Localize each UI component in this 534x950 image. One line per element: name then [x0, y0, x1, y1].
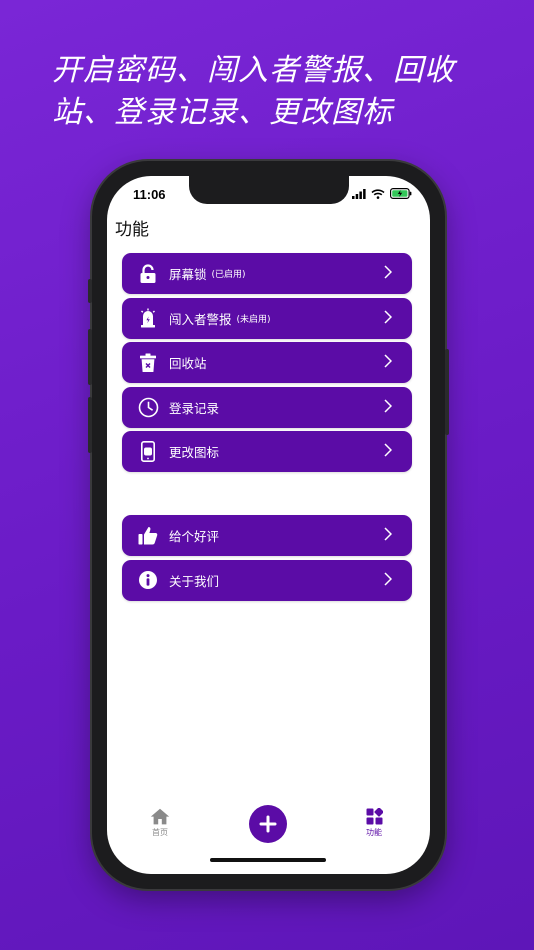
trash-icon: [137, 352, 159, 374]
menu-item-label: 回收站: [169, 356, 207, 371]
chevron-right-icon: [384, 354, 392, 368]
menu-item-intruder-alert[interactable]: 闯入者警报 (未启用): [122, 297, 412, 339]
phone-icon: [137, 441, 159, 463]
chevron-right-icon: [384, 571, 392, 586]
page-title: 功能: [115, 220, 149, 240]
power-button: [445, 349, 449, 435]
menu-item-change-icon[interactable]: 更改图标: [122, 431, 412, 472]
menu-item-label: 屏幕锁: [169, 267, 207, 282]
chevron-right-icon: [384, 527, 392, 541]
chevron-right-icon: [384, 265, 392, 279]
plus-icon: [259, 815, 277, 833]
menu-item-status: (未启用): [236, 314, 271, 325]
add-button[interactable]: [249, 805, 287, 843]
menu-item-label: 给个好评: [169, 529, 220, 544]
home-icon: [150, 808, 170, 825]
chevron-right-icon: [384, 309, 392, 324]
notch: [189, 176, 349, 204]
menu-item-label: 登录记录: [169, 400, 220, 416]
menu-item-screen-lock[interactable]: 屏幕锁 (已启用): [122, 253, 412, 294]
battery-charging-icon: [390, 188, 412, 199]
menu-item-login-records[interactable]: 登录记录: [122, 386, 412, 428]
phone-screen: 11:06 功能 屏幕锁 (已启用) 闯入者警报 (未启用) 回收站 登录记录 …: [107, 176, 430, 874]
volume-down-button: [88, 397, 92, 453]
mute-switch: [88, 279, 92, 303]
tab-features-label: 功能: [366, 828, 382, 837]
grid-icon: [366, 807, 384, 825]
promo-headline: 开启密码、闯入者警报、回收站、登录记录、更改图标: [52, 53, 455, 130]
tab-bar: 首页 功能: [107, 798, 430, 874]
info-icon: [137, 569, 159, 591]
menu-group-secondary: 给个好评 关于我们: [122, 515, 412, 604]
alarm-light-icon: [137, 307, 159, 329]
home-indicator: [210, 858, 326, 862]
phone-frame: 11:06 功能 屏幕锁 (已启用) 闯入者警报 (未启用) 回收站 登录记录 …: [88, 161, 449, 889]
clock-icon: [137, 396, 159, 418]
menu-item-label: 关于我们: [169, 573, 220, 589]
volume-up-button: [88, 329, 92, 385]
lock-icon: [137, 263, 159, 285]
signal-icon: [352, 188, 366, 199]
chevron-right-icon: [384, 398, 392, 413]
menu-item-status: (已启用): [211, 270, 246, 280]
tab-features[interactable]: 功能: [361, 807, 387, 838]
tab-home[interactable]: 首页: [147, 808, 173, 838]
wifi-icon: [371, 188, 385, 199]
tab-home-label: 首页: [152, 828, 168, 837]
menu-item-rate-app[interactable]: 给个好评: [122, 515, 412, 556]
menu-item-label: 闯入者警报: [169, 311, 232, 327]
menu-item-about-us[interactable]: 关于我们: [122, 559, 412, 601]
menu-item-recycle-bin[interactable]: 回收站: [122, 342, 412, 383]
thumbs-up-icon: [137, 525, 159, 547]
menu-item-label: 更改图标: [169, 445, 220, 460]
status-icons: [352, 188, 412, 199]
menu-group-primary: 屏幕锁 (已启用) 闯入者警报 (未启用) 回收站 登录记录 更改图标: [122, 253, 412, 476]
status-time: 11:06: [133, 187, 166, 202]
chevron-right-icon: [384, 443, 392, 457]
